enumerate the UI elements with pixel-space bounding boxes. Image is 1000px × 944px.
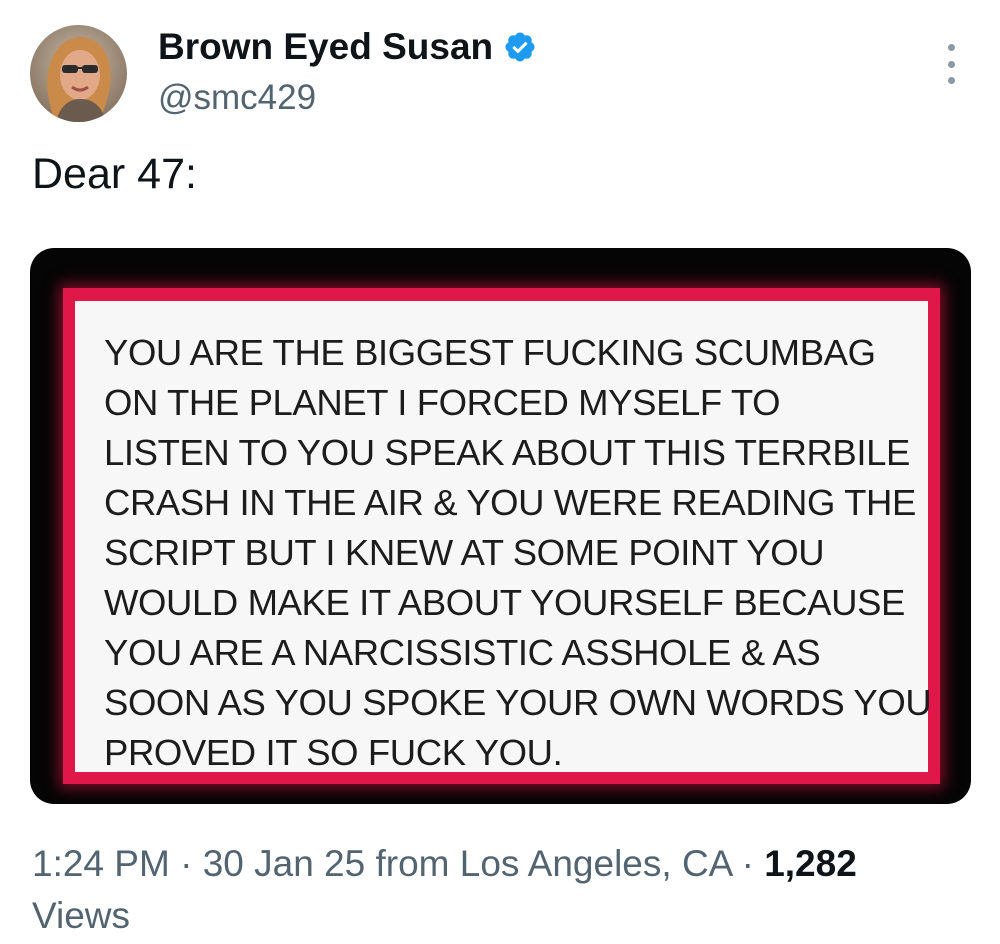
- more-options-icon[interactable]: [934, 44, 968, 84]
- tweet-metadata: 1:24 PM · 30 Jan 25 from Los Angeles, CA…: [32, 838, 932, 942]
- tweet-image[interactable]: YOU ARE THE BIGGEST FUCKING SCUMBAG ON T…: [30, 248, 971, 804]
- image-quote-text: YOU ARE THE BIGGEST FUCKING SCUMBAG ON T…: [104, 332, 932, 773]
- more-dot: [947, 60, 955, 68]
- more-dot: [947, 77, 955, 84]
- image-red-frame: YOU ARE THE BIGGEST FUCKING SCUMBAG ON T…: [63, 288, 940, 784]
- views-label: Views: [32, 895, 131, 936]
- views-count: 1,282: [764, 843, 857, 884]
- avatar[interactable]: [30, 25, 127, 122]
- tweet-time[interactable]: 1:24 PM: [32, 843, 170, 884]
- author-display-name[interactable]: Brown Eyed Susan: [158, 26, 493, 68]
- image-text-panel: YOU ARE THE BIGGEST FUCKING SCUMBAG ON T…: [75, 301, 932, 773]
- meta-separator: ·: [169, 843, 203, 884]
- verified-badge-icon: [505, 32, 535, 62]
- more-dot: [947, 44, 955, 51]
- author-display-name-row[interactable]: Brown Eyed Susan: [158, 26, 537, 68]
- tweet-date[interactable]: 30 Jan 25: [203, 843, 366, 884]
- meta-separator: ·: [731, 843, 765, 884]
- tweet-text: Dear 47:: [32, 150, 197, 198]
- avatar-photo: [30, 25, 127, 122]
- author-handle[interactable]: @smc429: [158, 78, 316, 118]
- tweet-location: from Los Angeles, CA: [365, 843, 732, 884]
